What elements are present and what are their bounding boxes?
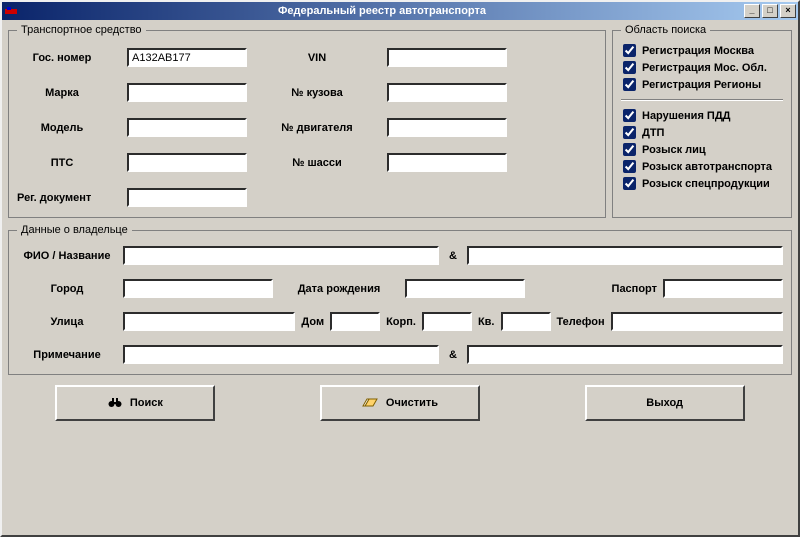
chk-reg-regions-box[interactable] <box>623 78 636 91</box>
search-button-label: Поиск <box>130 397 163 409</box>
phone-label: Телефон <box>557 316 605 328</box>
note1-input[interactable] <box>123 345 439 364</box>
owner-group: Данные о владельце ФИО / Название & Горо… <box>8 224 792 375</box>
flat-input[interactable] <box>501 312 551 331</box>
search-area-group: Область поиска Регистрация Москва Регист… <box>612 24 792 218</box>
city-input[interactable] <box>123 279 273 298</box>
main-window: Федеральный реестр автотранспорта _ □ × … <box>0 0 800 537</box>
chk-wanted-special-box[interactable] <box>623 177 636 190</box>
chk-separator <box>621 99 783 101</box>
close-button[interactable]: × <box>780 4 796 18</box>
note-label: Примечание <box>17 349 117 361</box>
engine-label: № двигателя <box>267 122 367 134</box>
city-label: Город <box>17 283 117 295</box>
chk-reg-moscow[interactable]: Регистрация Москва <box>621 44 783 57</box>
minimize-button[interactable]: _ <box>744 4 760 18</box>
amp-1: & <box>445 250 461 262</box>
eraser-icon <box>362 397 378 410</box>
chk-dtp[interactable]: ДТП <box>621 126 783 139</box>
chk-reg-mosobl-box[interactable] <box>623 61 636 74</box>
chk-reg-regions[interactable]: Регистрация Регионы <box>621 78 783 91</box>
exit-button-label: Выход <box>646 397 683 409</box>
chk-dtp-box[interactable] <box>623 126 636 139</box>
passport-input[interactable] <box>663 279 783 298</box>
model-label: Модель <box>17 122 107 134</box>
chk-wanted-vehicles-box[interactable] <box>623 160 636 173</box>
owner-group-legend: Данные о владельце <box>17 224 132 236</box>
gos-input[interactable] <box>127 48 247 67</box>
window-title: Федеральный реестр автотранспорта <box>22 5 742 17</box>
chk-reg-mosobl[interactable]: Регистрация Мос. Обл. <box>621 61 783 74</box>
client-area: Транспортное средство Гос. номер VIN Мар… <box>2 20 798 535</box>
chassis-input[interactable] <box>387 153 507 172</box>
chk-violations[interactable]: Нарушения ПДД <box>621 109 783 122</box>
pts-label: ПТС <box>17 157 107 169</box>
button-row: Поиск Очистить Выход <box>8 381 792 421</box>
search-area-legend: Область поиска <box>621 24 710 36</box>
engine-input[interactable] <box>387 118 507 137</box>
clear-button-label: Очистить <box>386 397 438 409</box>
chk-wanted-vehicles[interactable]: Розыск автотранспорта <box>621 160 783 173</box>
vehicle-group-legend: Транспортное средство <box>17 24 146 36</box>
korp-label: Корп. <box>386 316 416 328</box>
marka-input[interactable] <box>127 83 247 102</box>
korp-input[interactable] <box>422 312 472 331</box>
chk-reg-moscow-box[interactable] <box>623 44 636 57</box>
exit-button[interactable]: Выход <box>585 385 745 421</box>
street-input[interactable] <box>123 312 295 331</box>
phone-input[interactable] <box>611 312 783 331</box>
fio2-input[interactable] <box>467 246 783 265</box>
fio-label: ФИО / Название <box>17 250 117 262</box>
chk-wanted-persons[interactable]: Розыск лиц <box>621 143 783 156</box>
vehicle-group: Транспортное средство Гос. номер VIN Мар… <box>8 24 606 218</box>
street-label: Улица <box>17 316 117 328</box>
vin-label: VIN <box>267 52 367 64</box>
dob-input[interactable] <box>405 279 525 298</box>
passport-label: Паспорт <box>612 283 657 295</box>
regdoc-label: Рег. документ <box>17 192 107 204</box>
chassis-label: № шасси <box>267 157 367 169</box>
gos-label: Гос. номер <box>17 52 107 64</box>
window-controls: _ □ × <box>742 4 798 18</box>
chk-wanted-special[interactable]: Розыск спецпродукции <box>621 177 783 190</box>
chk-violations-box[interactable] <box>623 109 636 122</box>
chk-wanted-persons-box[interactable] <box>623 143 636 156</box>
pts-input[interactable] <box>127 153 247 172</box>
binoculars-icon <box>108 396 122 411</box>
model-input[interactable] <box>127 118 247 137</box>
search-button[interactable]: Поиск <box>55 385 215 421</box>
note2-input[interactable] <box>467 345 783 364</box>
vin-input[interactable] <box>387 48 507 67</box>
clear-button[interactable]: Очистить <box>320 385 480 421</box>
house-input[interactable] <box>330 312 380 331</box>
maximize-button[interactable]: □ <box>762 4 778 18</box>
regdoc-input[interactable] <box>127 188 247 207</box>
fio1-input[interactable] <box>123 246 439 265</box>
body-input[interactable] <box>387 83 507 102</box>
app-icon <box>4 4 18 18</box>
dob-label: Дата рождения <box>279 283 399 295</box>
amp-2: & <box>445 349 461 361</box>
marka-label: Марка <box>17 87 107 99</box>
titlebar: Федеральный реестр автотранспорта _ □ × <box>2 2 798 20</box>
house-label: Дом <box>301 316 324 328</box>
flat-label: Кв. <box>478 316 495 328</box>
body-label: № кузова <box>267 87 367 99</box>
